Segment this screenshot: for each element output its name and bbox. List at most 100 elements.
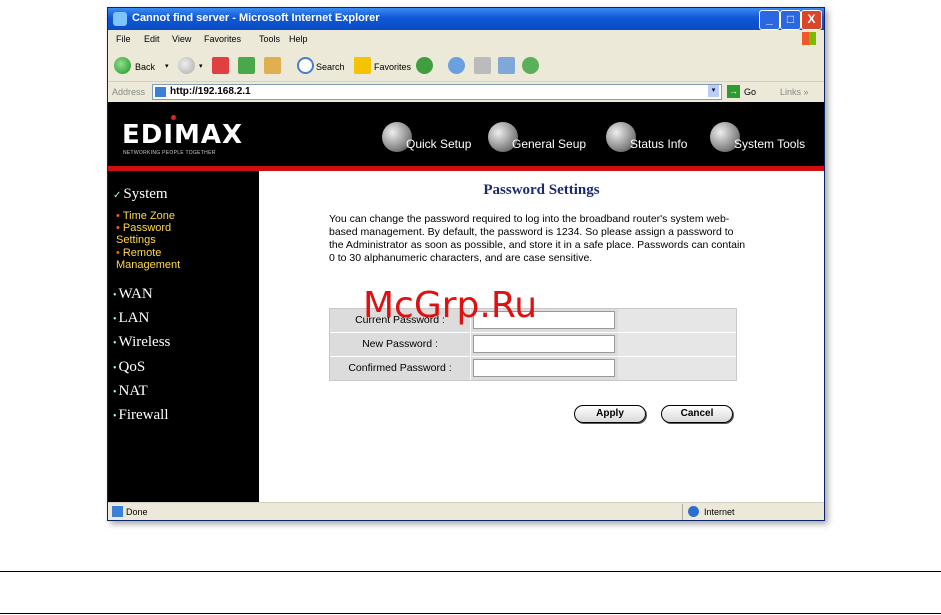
search-icon[interactable] [297,57,314,74]
favorites-star-icon[interactable] [354,57,371,74]
browser-window: Cannot find server - Microsoft Internet … [107,7,825,521]
maximize-button[interactable]: □ [780,10,801,30]
go-arrow-icon[interactable]: → [727,85,740,98]
window-title: Cannot find server - Microsoft Internet … [132,12,380,24]
home-icon[interactable] [264,57,281,74]
stop-icon[interactable] [212,57,229,74]
cancel-button[interactable]: Cancel [661,405,733,423]
sidebar-item-label: NAT [118,383,148,399]
favorites-button-label[interactable]: Favorites [374,62,411,72]
address-dropdown-icon[interactable]: ▾ [708,85,719,97]
bullet-icon: • [116,247,120,259]
go-button[interactable]: Go [744,87,756,97]
sidebar-subitem-remote-management[interactable]: • Remote Management [116,247,216,271]
sidebar-subitem-password-settings[interactable]: • Password Settings [116,222,194,246]
nav-label[interactable]: Status Info [630,137,687,151]
links-button[interactable]: Links » [780,87,809,97]
security-zone: Internet [704,507,735,517]
globe-icon [688,506,699,517]
bullet-icon: • [113,387,117,398]
windows-logo-icon [802,32,816,45]
address-url[interactable]: http://192.168.2.1 [170,86,251,97]
nav-label[interactable]: Quick Setup [406,137,471,151]
form-cell-empty [618,309,736,332]
page-title: Password Settings [483,182,600,198]
close-button[interactable]: X [801,10,822,30]
sidebar-item-qos[interactable]: • QoS [113,359,145,376]
sidebar-subitem-time-zone[interactable]: • Time Zone [116,210,175,222]
check-icon: ✓ [113,190,122,201]
sidebar-item-nat[interactable]: • NAT [113,383,148,400]
main-content: Password Settings You can change the pas… [259,171,824,502]
divider-line [0,571,941,572]
sidebar-item-label: System [123,186,168,202]
page-icon [155,87,166,97]
new-password-label: New Password : [330,333,471,356]
logo-tagline: NETWORKING PEOPLE TOGETHER [123,150,216,156]
sidebar-item-lan[interactable]: • LAN [113,310,149,327]
minimize-button[interactable]: _ [759,10,780,30]
new-password-input[interactable] [473,335,615,353]
bullet-icon: • [113,411,117,422]
confirmed-password-input[interactable] [473,359,615,377]
refresh-icon[interactable] [238,57,255,74]
sidebar-item-wan[interactable]: • WAN [113,286,153,303]
back-arrow-icon[interactable] [114,57,131,74]
logo-dot [171,115,176,120]
back-button-label[interactable]: Back [135,62,155,72]
sidebar-item-label: QoS [118,359,146,375]
divider-line [0,613,941,614]
status-text: Done [126,507,148,517]
menu-view[interactable]: View [172,34,191,44]
address-input[interactable]: http://192.168.2.1 [152,84,722,100]
back-dropdown-icon[interactable]: ▾ [165,62,169,70]
bullet-icon: • [113,338,117,349]
bullet-icon: • [116,222,120,234]
form-row-confirmed-password: Confirmed Password : [330,357,736,380]
mail-icon[interactable] [448,57,465,74]
sidebar-item-firewall[interactable]: • Firewall [113,407,169,424]
apply-button[interactable]: Apply [574,405,646,423]
title-bar[interactable]: Cannot find server - Microsoft Internet … [108,8,824,30]
sidebar-item-label: Wireless [118,334,171,350]
edimax-logo: EDIMAX [122,120,244,150]
sidebar-item-label: LAN [118,310,150,326]
header-banner: EDIMAX NETWORKING PEOPLE TOGETHER Quick … [108,102,824,166]
status-divider [682,504,683,520]
forward-dropdown-icon[interactable]: ▾ [199,62,203,70]
search-button-label[interactable]: Search [316,62,345,72]
bullet-icon: • [113,290,117,301]
sidebar-item-wireless[interactable]: • Wireless [113,334,170,351]
menu-bar: File Edit View Favorites Tools Help [108,30,824,49]
menu-help[interactable]: Help [289,34,308,44]
sidebar-subitem-label: Password Settings [116,222,172,246]
forward-arrow-icon[interactable] [178,57,195,74]
messenger-icon[interactable] [522,57,539,74]
status-bar: Done Internet [108,502,824,520]
form-cell-empty [618,357,736,380]
bullet-icon: • [113,314,117,325]
history-icon[interactable] [416,57,433,74]
menu-favorites[interactable]: Favorites [204,34,241,44]
form-cell-empty [618,333,736,356]
print-icon[interactable] [474,57,491,74]
page-icon [112,506,123,517]
menu-edit[interactable]: Edit [144,34,160,44]
menu-file[interactable]: File [116,34,131,44]
watermark: McGrp.Ru [363,285,538,326]
address-label: Address [112,87,146,97]
sidebar: ✓ System • Time Zone • Password Settings • R… [108,171,259,502]
confirmed-password-label: Confirmed Password : [330,357,471,380]
sidebar-item-system[interactable]: ✓ System [113,186,168,203]
edit-page-icon[interactable] [498,57,515,74]
form-row-new-password: New Password : [330,333,736,357]
menu-tools[interactable]: Tools [259,34,280,44]
bullet-icon: • [116,210,120,222]
sidebar-item-label: WAN [118,286,153,302]
nav-label[interactable]: General Seup [512,137,586,151]
page-description: You can change the password required to … [329,213,746,264]
address-bar: Address http://192.168.2.1 ▾ → Go Links … [108,82,824,103]
sidebar-subitem-label: Remote Management [116,247,181,271]
nav-label[interactable]: System Tools [734,137,805,151]
sidebar-item-label: Firewall [118,407,169,423]
